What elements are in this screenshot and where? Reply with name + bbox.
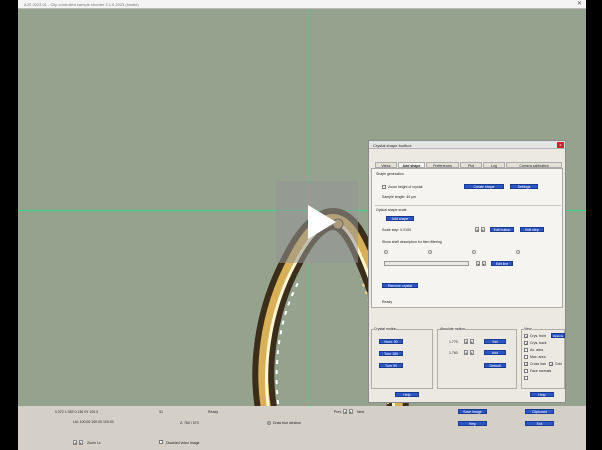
filter-radio-3[interactable] — [472, 250, 476, 254]
ax-area-checkbox[interactable] — [524, 348, 528, 352]
status-angle: Z: 760 \ 570 — [180, 421, 199, 425]
scale-up-spin[interactable]: ▸ — [481, 227, 485, 232]
filter-down-spin[interactable]: ◂ — [476, 261, 480, 266]
abs2-up-spin[interactable]: ▸ — [470, 350, 474, 355]
title-bar: AJS 2023.01 - Clip controlled sample sho… — [18, 0, 586, 9]
abs1-down-spin[interactable]: ◂ — [464, 339, 468, 344]
window-close-icon[interactable]: ✕ — [576, 1, 583, 8]
sample-length-label: Sample length: 40 µm — [382, 195, 417, 199]
remove-crystal-button[interactable]: Remove crystal — [382, 283, 418, 288]
absolute-motion-group: Absolute motion 1.770 ◂ ▸ Set 1.760 ◂ ▸ … — [437, 327, 517, 389]
zoom-down-spin[interactable]: ◂ — [73, 440, 77, 445]
options-button[interactable]: Options — [551, 333, 565, 338]
zoom-label: Zoom 1x — [87, 441, 101, 445]
settings-button[interactable]: Settings — [510, 184, 538, 189]
edit-button[interactable]: Edit button — [490, 227, 514, 232]
next-spin[interactable]: ▸ — [349, 409, 353, 414]
draw-window-radio[interactable] — [267, 421, 271, 425]
num-90-button[interactable]: Num. 90 — [379, 339, 403, 344]
crys-front-checkbox[interactable]: ✓ — [524, 334, 528, 339]
zoom-height-label: Zoom height of crystal — [388, 185, 423, 189]
crys-back-label: Crys. back — [530, 341, 547, 345]
shape-generation-header: Shape generation — [376, 172, 404, 176]
crys-front-label: Crys. front — [530, 334, 547, 338]
draw-window-label: Draw true window — [273, 421, 301, 425]
zoom-up-spin[interactable]: ▸ — [79, 440, 83, 445]
crystal-motion-header: Crystal motion — [374, 327, 397, 331]
optical-scale-header: Optical shape scale — [376, 208, 407, 212]
grid-checkbox[interactable]: ✓ — [549, 362, 553, 367]
ready-label: Ready — [382, 300, 393, 304]
scale-step-label: Scale step: 0.0100 — [382, 228, 411, 232]
dialog-title-bar: Crystal shape toolbox x — [369, 141, 565, 149]
face-normals-label: Face normals — [530, 369, 552, 373]
help-button[interactable]: Help — [458, 421, 487, 426]
crystal-shape-toolbox: Crystal shape toolbox x Views Add shape … — [368, 140, 566, 403]
save-image-button[interactable]: Save image — [458, 409, 487, 414]
turn-90-button[interactable]: Turn 90 — [379, 363, 403, 368]
clipboard-button[interactable]: Clipboard — [525, 409, 554, 414]
window-title: AJS 2023.01 - Clip controlled sample sho… — [24, 2, 139, 7]
dialog-help-button[interactable]: Help — [395, 392, 419, 397]
crys-back-checkbox[interactable]: ✓ — [524, 341, 528, 346]
filter-radio-4[interactable] — [516, 250, 520, 254]
absolute-value-1: 1.770 — [449, 340, 458, 344]
edit-line-button[interactable]: Edit line — [491, 261, 513, 266]
edit-step-button[interactable]: Edit step — [520, 227, 544, 232]
max-area-label: Max. area — [530, 355, 546, 359]
max-area-checkbox[interactable] — [524, 355, 528, 359]
face-normals-checkbox[interactable] — [524, 369, 528, 373]
absolute-motion-header: Absolute motion — [440, 327, 466, 331]
video-play-overlay[interactable] — [276, 181, 358, 263]
extra-checkbox[interactable] — [524, 376, 528, 380]
turn-180-button[interactable]: Turn 180 — [379, 351, 403, 356]
set-button[interactable]: Set — [484, 339, 506, 344]
grid-label: Grid — [555, 362, 562, 366]
next-label: Next — [357, 410, 365, 414]
view-options-group: View ✓ Crys. front Options ✓ Crys. back … — [521, 327, 565, 389]
dialog-title: Crystal shape toolbox — [373, 143, 412, 148]
filter-radio-1[interactable] — [384, 250, 388, 254]
status-value: 31 — [159, 410, 163, 414]
status-coords-2: Lbl: 100.00 100.00 100.00 — [73, 420, 114, 424]
status-ready: Ready — [208, 410, 219, 414]
dialog-help-button-2[interactable]: Help — [530, 392, 554, 397]
filter-up-spin[interactable]: ▸ — [482, 261, 486, 266]
absolute-value-2: 1.760 — [449, 351, 458, 355]
status-panel: 0.372 1.353 0.130 0Y 100.0 Lbl: 100.00 1… — [18, 406, 586, 450]
view-options-header: View — [524, 327, 532, 331]
crystal-motion-group: Crystal motion Num. 90 Turn 180 Turn 90 — [371, 327, 433, 389]
disable-video-label: Disabled video image — [166, 441, 200, 445]
scale-down-spin[interactable]: ◂ — [475, 227, 479, 232]
disable-video-checkbox[interactable] — [159, 440, 163, 444]
cross-hair-checkbox[interactable]: ✓ — [524, 362, 528, 367]
default-button[interactable]: Default — [484, 363, 506, 368]
filter-field[interactable] — [384, 261, 469, 266]
ax-area-label: Ax. area — [530, 348, 544, 352]
add-shape-button[interactable]: Add shape — [386, 216, 414, 221]
abs2-down-spin[interactable]: ◂ — [464, 350, 468, 355]
dialog-close-icon[interactable]: x — [557, 142, 564, 148]
add-button[interactable]: Add — [484, 350, 506, 355]
filter-radio-2[interactable] — [428, 250, 432, 254]
show-shell-label: Show shell description for item filterin… — [382, 240, 442, 244]
prev-spin[interactable]: ◂ — [343, 409, 347, 414]
play-icon[interactable] — [276, 181, 358, 263]
divider — [375, 205, 561, 206]
prev-label: Prev. — [334, 410, 342, 414]
abs1-up-spin[interactable]: ▸ — [470, 339, 474, 344]
exit-button[interactable]: Exit — [525, 421, 554, 426]
add-shape-pane: Shape generation Zoom height of crystal … — [371, 168, 563, 308]
cross-hair-label: Cross hair — [530, 362, 546, 366]
zoom-height-checkbox[interactable] — [382, 185, 386, 189]
status-coords: 0.372 1.353 0.130 0Y 100.0 — [55, 410, 99, 414]
create-shape-button[interactable]: Create shape — [464, 184, 504, 189]
